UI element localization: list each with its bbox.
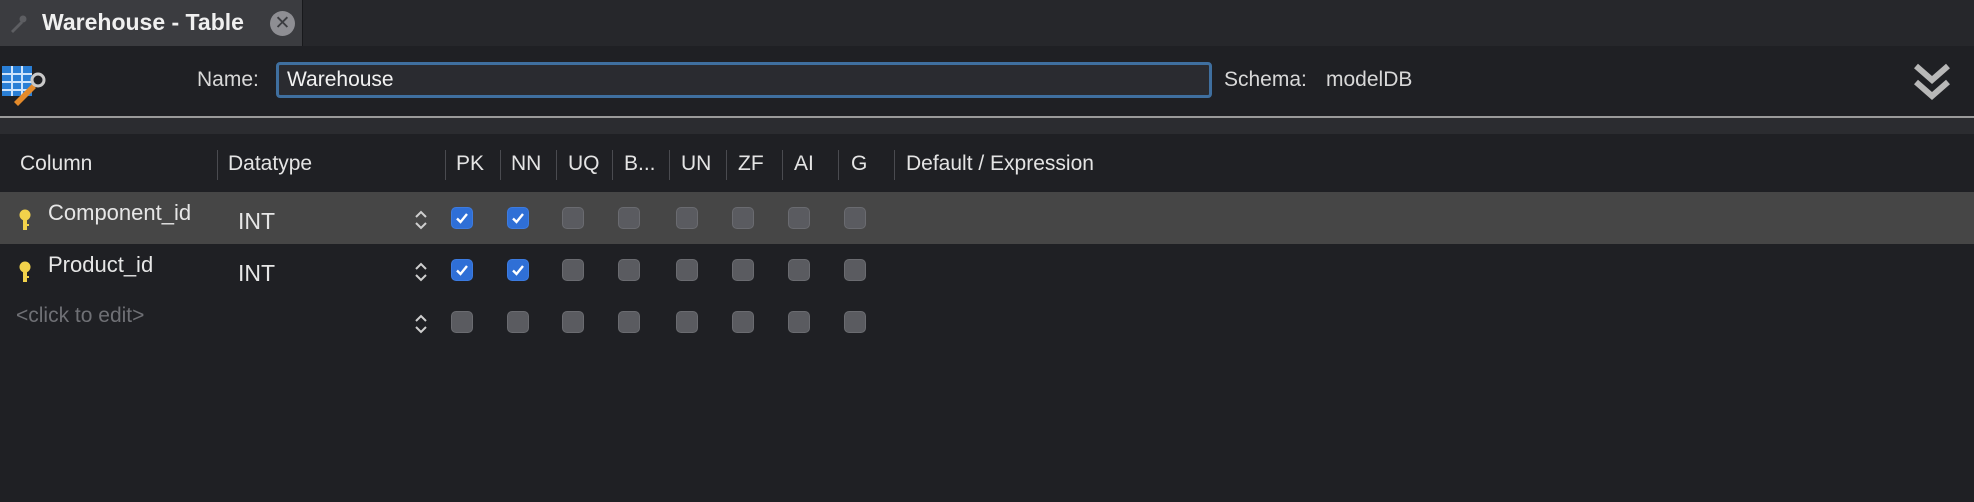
checkbox-pk[interactable] (451, 207, 473, 229)
datatype-stepper-icon[interactable] (413, 261, 429, 283)
checkmark-icon (512, 213, 524, 224)
new-column-placeholder[interactable]: <click to edit> (16, 304, 144, 328)
header-default-expression[interactable]: Default / Expression (906, 152, 1094, 176)
header-g[interactable]: G (851, 152, 867, 176)
resize-gutter[interactable] (0, 118, 1974, 134)
header-zf[interactable]: ZF (738, 152, 764, 176)
header-pk[interactable]: PK (456, 152, 484, 176)
table-row[interactable]: Component_id INT (0, 192, 1974, 244)
header-uq[interactable]: UQ (568, 152, 600, 176)
table-header: Name: Schema: modelDB (0, 46, 1974, 118)
primary-key-icon (19, 209, 31, 230)
column-separator (838, 150, 839, 180)
checkbox-ai[interactable] (788, 207, 810, 229)
column-separator (556, 150, 557, 180)
checkbox-uq[interactable] (562, 311, 584, 333)
column-separator (726, 150, 727, 180)
checkbox-pk[interactable] (451, 259, 473, 281)
checkbox-b[interactable] (618, 311, 640, 333)
table-row[interactable]: Product_id INT (0, 244, 1974, 296)
checkbox-zf[interactable] (732, 259, 754, 281)
tab-title: Warehouse - Table (42, 9, 244, 35)
header-ai[interactable]: AI (794, 152, 814, 176)
checkbox-nn[interactable] (507, 259, 529, 281)
header-binary[interactable]: B... (624, 152, 656, 176)
name-label: Name: (197, 68, 259, 91)
checkbox-uq[interactable] (562, 207, 584, 229)
checkmark-icon (456, 213, 468, 224)
checkbox-ai[interactable] (788, 259, 810, 281)
tab-warehouse-table[interactable]: Warehouse - Table ✕ (0, 0, 303, 46)
column-grid-header: Column Datatype PK NN UQ B... UN ZF AI G… (0, 134, 1974, 190)
close-icon[interactable]: ✕ (270, 11, 295, 36)
checkbox-g[interactable] (844, 311, 866, 333)
primary-key-icon (19, 261, 31, 282)
checkmark-icon (456, 265, 468, 276)
checkbox-uq[interactable] (562, 259, 584, 281)
checkbox-nn[interactable] (507, 207, 529, 229)
checkbox-zf[interactable] (732, 311, 754, 333)
checkbox-un[interactable] (676, 311, 698, 333)
checkbox-b[interactable] (618, 259, 640, 281)
table-name-input[interactable] (276, 62, 1212, 98)
column-separator (217, 150, 218, 180)
table-edit-icon (2, 66, 46, 106)
column-separator (612, 150, 613, 180)
datatype-cell[interactable]: INT (238, 260, 275, 287)
checkbox-zf[interactable] (732, 207, 754, 229)
datatype-stepper-icon[interactable] (413, 313, 429, 335)
checkmark-icon (512, 265, 524, 276)
tab-bar: Warehouse - Table ✕ (0, 0, 1974, 46)
checkbox-g[interactable] (844, 259, 866, 281)
schema-value: modelDB (1326, 68, 1413, 91)
checkbox-nn[interactable] (507, 311, 529, 333)
datatype-cell[interactable]: INT (238, 208, 275, 235)
new-column-row[interactable]: <click to edit> (0, 296, 1974, 348)
checkbox-pk[interactable] (451, 311, 473, 333)
header-datatype[interactable]: Datatype (228, 152, 312, 176)
column-separator (894, 150, 895, 180)
column-name-cell[interactable]: Product_id (48, 252, 153, 278)
header-column[interactable]: Column (20, 152, 92, 176)
checkbox-b[interactable] (618, 207, 640, 229)
header-nn[interactable]: NN (511, 152, 541, 176)
schema-label: Schema: (1224, 68, 1307, 91)
column-separator (782, 150, 783, 180)
column-name-cell[interactable]: Component_id (48, 200, 191, 226)
datatype-stepper-icon[interactable] (413, 209, 429, 231)
column-separator (669, 150, 670, 180)
column-separator (500, 150, 501, 180)
double-chevron-down-icon[interactable] (1912, 60, 1952, 104)
checkbox-g[interactable] (844, 207, 866, 229)
checkbox-un[interactable] (676, 259, 698, 281)
checkbox-ai[interactable] (788, 311, 810, 333)
checkbox-un[interactable] (676, 207, 698, 229)
column-separator (445, 150, 446, 180)
table-wrench-icon (11, 15, 27, 33)
header-un[interactable]: UN (681, 152, 711, 176)
